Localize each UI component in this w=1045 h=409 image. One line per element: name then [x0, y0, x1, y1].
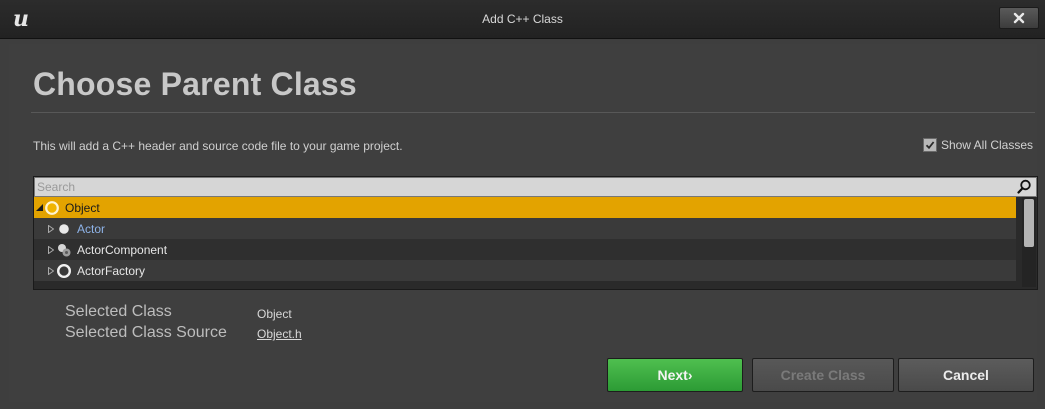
selected-class-source-label: Selected Class Source — [65, 324, 227, 341]
tree-item-label: Actor — [77, 221, 106, 236]
actor-component-icon — [56, 242, 72, 258]
create-class-button[interactable]: Create Class — [752, 358, 894, 392]
search-icon[interactable] — [1017, 179, 1032, 194]
description-text: This will add a C++ header and source co… — [33, 139, 403, 153]
show-all-classes-label: Show All Classes — [940, 138, 1033, 152]
tree-item-label: ActorFactory — [77, 263, 146, 278]
expand-arrow-icon[interactable] — [46, 224, 56, 233]
show-all-classes-checkbox[interactable] — [922, 138, 937, 152]
next-arrow-icon: › — [687, 367, 693, 383]
checkmark-icon — [925, 141, 935, 150]
title-bar[interactable]: u Add C++ Class — [0, 0, 1045, 39]
heading-divider — [31, 112, 1035, 113]
expand-arrow-icon[interactable] — [46, 245, 56, 254]
actor-class-icon — [56, 221, 72, 237]
tree-item-label: Object — [65, 200, 100, 215]
selected-class-value: Object — [257, 307, 292, 321]
search-input[interactable] — [37, 178, 997, 196]
class-tree-panel: Object Actor — [33, 176, 1038, 290]
show-all-classes-toggle[interactable]: Show All Classes — [922, 138, 1033, 152]
tree-item-actor[interactable]: Actor — [34, 218, 1016, 239]
collapse-arrow-icon[interactable] — [34, 204, 44, 211]
page-title: Choose Parent Class — [33, 66, 357, 102]
tree-scrollbar[interactable] — [1022, 197, 1036, 287]
selected-class-source-link[interactable]: Object.h — [257, 327, 302, 341]
search-bar — [34, 177, 1037, 197]
expand-arrow-icon[interactable] — [46, 266, 56, 275]
tree-item-actor-component[interactable]: ActorComponent — [34, 239, 1016, 260]
object-class-icon — [44, 200, 60, 216]
cancel-button[interactable]: Cancel — [898, 358, 1034, 392]
dialog-content: Choose Parent Class This will add a C++ … — [9, 44, 1038, 402]
close-icon — [1013, 12, 1025, 24]
next-button[interactable]: Next › — [607, 358, 743, 392]
selected-class-label: Selected Class — [65, 303, 172, 320]
add-cpp-class-window: u Add C++ Class Choose Parent Class This… — [0, 0, 1045, 409]
window-title: Add C++ Class — [482, 12, 563, 26]
actor-factory-icon — [56, 263, 72, 279]
scrollbar-thumb[interactable] — [1024, 199, 1034, 247]
tree-item-label: ActorComponent — [77, 242, 168, 257]
next-button-label: Next — [657, 367, 688, 383]
tree-item-actor-factory[interactable]: ActorFactory — [34, 260, 1016, 281]
close-button[interactable] — [999, 7, 1039, 29]
tree-item-object[interactable]: Object — [34, 197, 1016, 218]
